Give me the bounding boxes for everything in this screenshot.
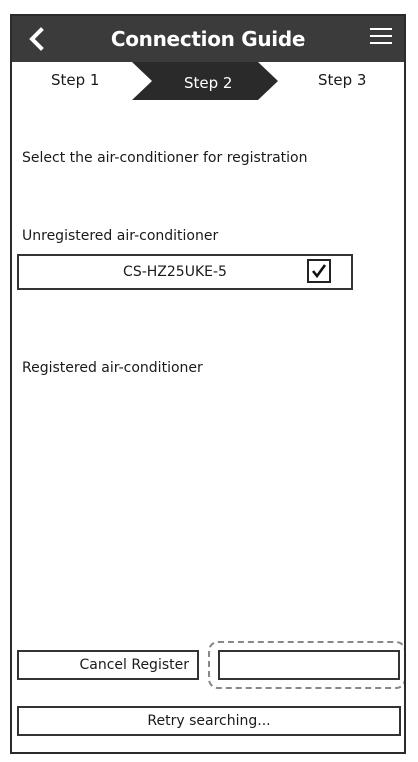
page-title: Connection Guide xyxy=(110,27,306,51)
menu-button[interactable] xyxy=(370,28,392,50)
retry-searching-button[interactable]: Retry searching... xyxy=(17,706,401,736)
instruction-text: Select the air-conditioner for registrat… xyxy=(22,150,308,166)
registered-section-label: Registered air-conditioner xyxy=(22,360,203,376)
app-header: Connection Guide xyxy=(12,16,404,62)
step-3-label: Step 3 xyxy=(318,71,367,89)
cancel-register-button[interactable]: Cancel Register xyxy=(17,650,199,680)
step-2-label: Step 2 xyxy=(184,74,233,92)
select-checkbox[interactable] xyxy=(307,259,331,283)
hamburger-menu-icon xyxy=(370,28,392,44)
unregistered-ac-item[interactable]: CS-HZ25UKE-5 xyxy=(17,254,353,290)
phone-screen: Connection Guide Step 1 Step 2 Step 3 Se… xyxy=(10,14,406,754)
step-1-label: Step 1 xyxy=(51,71,100,89)
checkmark-icon xyxy=(311,264,327,279)
register-button[interactable] xyxy=(218,650,400,680)
step-indicator: Step 1 Step 2 Step 3 xyxy=(12,62,404,112)
unregistered-section-label: Unregistered air-conditioner xyxy=(22,228,219,244)
ac-model-name: CS-HZ25UKE-5 xyxy=(123,264,227,280)
